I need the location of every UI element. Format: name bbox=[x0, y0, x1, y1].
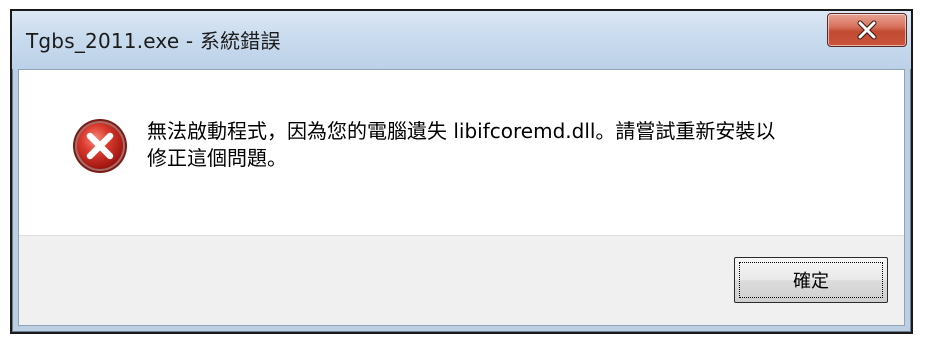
ok-button-label: 確定 bbox=[793, 271, 829, 292]
ok-button[interactable]: 確定 bbox=[734, 257, 888, 303]
message-area: 無法啟動程式，因為您的電腦遺失 libifcoremd.dll。請嘗試重新安裝以… bbox=[19, 70, 904, 235]
error-message: 無法啟動程式，因為您的電腦遺失 libifcoremd.dll。請嘗試重新安裝以… bbox=[147, 119, 776, 170]
error-dialog: Tgbs_2011.exe - 系統錯誤 無法啟動程式，因為您的電腦遺失 lib… bbox=[10, 9, 913, 334]
close-button[interactable] bbox=[827, 13, 907, 47]
button-bar: 確定 bbox=[19, 235, 904, 325]
title-bar[interactable]: Tgbs_2011.exe - 系統錯誤 bbox=[12, 11, 911, 69]
error-icon bbox=[73, 119, 127, 173]
close-icon bbox=[857, 20, 877, 40]
dialog-title: Tgbs_2011.exe - 系統錯誤 bbox=[26, 29, 281, 53]
dialog-body: 無法啟動程式，因為您的電腦遺失 libifcoremd.dll。請嘗試重新安裝以… bbox=[18, 69, 905, 326]
